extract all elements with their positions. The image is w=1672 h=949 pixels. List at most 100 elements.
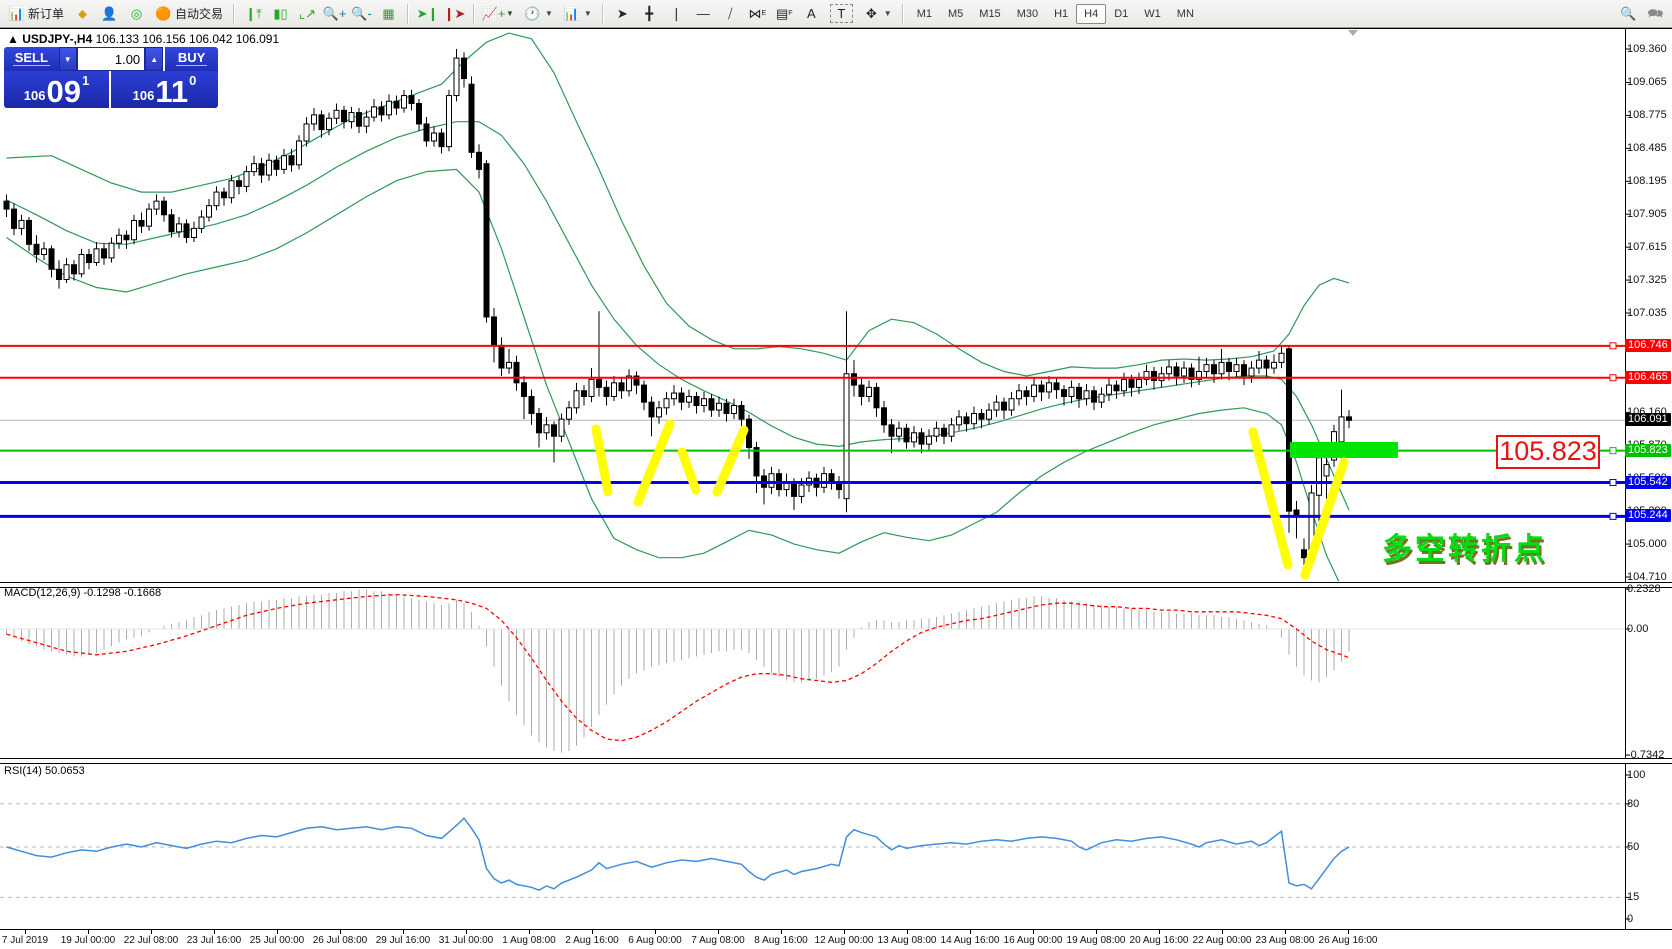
volume-increase-button[interactable]: ▲ [145,47,163,71]
price-chart-canvas[interactable] [0,0,1672,949]
bull-candle [897,428,902,436]
cursor-tool-button[interactable]: ➤ [609,2,636,25]
line-chart-button[interactable]: ⌞↗ [294,2,321,25]
green-highlight-rectangle[interactable] [1290,442,1398,458]
buy-button[interactable]: BUY [165,47,218,71]
yellow-marker-stroke[interactable] [638,424,670,502]
bull-candle [454,58,459,95]
bull-candle [282,156,287,170]
timeframe-button-m1[interactable]: M1 [909,4,940,24]
panel-splitter[interactable] [0,582,1672,588]
bull-candle [1182,368,1187,376]
tile-windows-button[interactable]: ▦ [375,2,402,25]
autotrading-icon: 🟠 [155,5,172,22]
price-annotation-label[interactable]: 105.823 [1496,435,1600,469]
yellow-marker-stroke[interactable] [682,452,696,490]
timeframe-toolbar: M1M5M15M30H1H4D1W1MN [906,0,1205,27]
crosshair-tool-button[interactable]: ╋ [636,2,663,25]
bear-candle [222,192,227,198]
rsi-axis[interactable]: 1008050150 [1627,0,1672,930]
candlestick-button[interactable]: ▮▯ [267,2,294,25]
bear-candle [597,379,602,387]
time-axis[interactable]: 7 Jul 201919 Jul 00:0022 Jul 08:0023 Jul… [0,929,1672,949]
bear-candle [1062,390,1067,397]
trendline-tool-button[interactable]: ⧸ [717,2,744,25]
volume-input[interactable]: 1.00 [77,47,145,71]
bull-candle [949,425,954,436]
zoom-in-button[interactable]: 🔍+ [321,2,348,25]
indicators-menu-button[interactable]: 📈+▼ [480,2,519,25]
tile-windows-icon: ▦ [380,5,397,22]
bear-candle [919,433,924,444]
channel-tool-button[interactable]: ⋈E [744,2,771,25]
auto-scroll-button[interactable]: ➤❙ [414,2,441,25]
text-tool-button[interactable]: A [798,2,825,25]
timeframe-button-w1[interactable]: W1 [1136,4,1169,24]
line-handle[interactable] [1610,343,1616,349]
text-icon: A [803,5,820,22]
vertical-line-tool-button[interactable]: ❘ [663,2,690,25]
bull-candle [994,402,999,410]
bollinger-lower-band [7,169,1350,595]
bear-candle [484,164,489,317]
bear-candle [162,201,167,215]
timeframe-button-m30[interactable]: M30 [1009,4,1046,24]
bull-candle [207,206,212,217]
history-center-button[interactable]: ⬥ [69,2,96,25]
fibonacci-tool-button[interactable]: ▤F [771,2,798,25]
bear-candle [1077,387,1082,398]
time-tick [88,930,89,934]
buy-price[interactable]: 106110 [111,71,218,108]
bull-candle [432,133,437,141]
templates-menu-button[interactable]: 📊▼ [558,2,597,25]
symbol-name: USDJPY-,H4 [22,32,92,46]
bull-candle [349,113,354,122]
market-watch-button[interactable]: ◎ [123,2,150,25]
bull-candle [447,96,452,147]
bear-candle [462,58,467,78]
bar-chart-button[interactable]: ❙⤒ [240,2,267,25]
line-handle[interactable] [1610,480,1616,486]
line-handle[interactable] [1610,375,1616,381]
chat-button[interactable]: 🗪 [1642,2,1669,25]
timeframe-button-mn[interactable]: MN [1169,4,1202,24]
rsi-tick-label: 0 [1627,913,1633,926]
horizontal-line-tool-button[interactable]: ― [690,2,717,25]
timeframe-button-h4[interactable]: H4 [1076,4,1106,24]
bull-candle [1017,391,1022,399]
chart-shift-button[interactable]: ❙➤ [441,2,468,25]
bull-candle [177,224,182,232]
volume-decrease-button[interactable]: ▼ [59,47,77,71]
bull-candle [364,117,369,126]
bear-candle [342,110,347,121]
new-order-button[interactable]: 📊️ 新订单 [3,2,69,25]
zoom-out-button[interactable]: 🔍- [348,2,375,25]
timeframe-button-h1[interactable]: H1 [1046,4,1076,24]
bull-candle [934,428,939,436]
chart-shift-marker[interactable] [1348,30,1358,36]
bear-candle [499,345,504,368]
timeframe-button-m5[interactable]: M5 [940,4,971,24]
line-handle[interactable] [1610,448,1616,454]
autotrading-button[interactable]: 🟠 自动交易 [150,2,228,25]
periods-menu-button[interactable]: 🕐▼ [519,2,558,25]
timeframe-button-m15[interactable]: M15 [971,4,1008,24]
shapes-menu-button[interactable]: ✥▼ [858,2,897,25]
sell-price[interactable]: 106091 [4,71,109,108]
line-handle[interactable] [1610,513,1616,519]
bull-candle [702,399,707,406]
bear-candle [754,448,759,476]
toolbar-separator [602,4,604,24]
yellow-marker-stroke[interactable] [1253,432,1288,565]
rsi-tick-label: 100 [1627,769,1645,782]
sell-button[interactable]: SELL [4,47,59,71]
horizontal-line-icon: ― [695,5,712,22]
text-label-tool-button[interactable]: T [825,1,858,26]
bear-candle [874,387,879,407]
profile-button[interactable]: 👤 [96,2,123,25]
rsi-panel [0,804,1625,898]
search-button[interactable]: 🔍 [1615,2,1642,25]
turning-point-annotation[interactable]: 多空转折点 [1382,524,1547,568]
timeframe-button-d1[interactable]: D1 [1106,4,1136,24]
panel-splitter[interactable] [0,758,1672,764]
